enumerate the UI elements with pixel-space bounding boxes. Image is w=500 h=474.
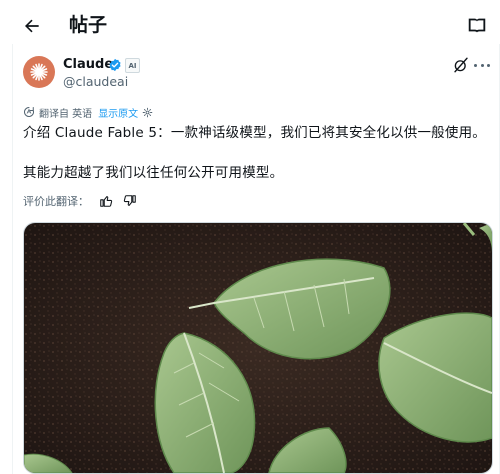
more-options-button[interactable]	[474, 58, 490, 72]
author-display-name[interactable]: Claude	[63, 57, 113, 73]
verified-badge-icon[interactable]	[108, 58, 122, 72]
claude-logo-icon	[30, 63, 48, 81]
translated-from-label: 翻译自 英语	[39, 108, 93, 120]
leaves-photo	[24, 223, 492, 473]
post-text: 介绍 Claude Fable 5：一款神话级模型，我们已将其安全化以供一般使用…	[23, 125, 486, 181]
affiliate-badge[interactable]: AI	[125, 58, 140, 73]
more-dot-icon	[487, 63, 490, 67]
avatar[interactable]	[23, 56, 55, 88]
author-handle[interactable]: @claudeai	[63, 74, 128, 90]
thumbs-down-icon[interactable]	[123, 194, 137, 208]
post-media-image[interactable]	[23, 222, 493, 474]
page-title: 帖子	[69, 14, 108, 36]
book-open-icon	[468, 18, 486, 33]
arrow-left-icon	[25, 19, 39, 33]
translation-notice: 翻译自 英语 显示原文	[23, 105, 153, 120]
more-dot-icon	[480, 63, 484, 67]
back-button[interactable]	[20, 14, 44, 38]
top-bar: 帖子	[0, 0, 500, 50]
rate-translation-row: 评价此翻译：	[23, 193, 137, 209]
show-original-link[interactable]: 显示原文	[98, 105, 138, 120]
thumbs-up-icon[interactable]	[99, 194, 113, 208]
reader-mode-button[interactable]	[466, 14, 488, 36]
grok-button[interactable]	[452, 56, 470, 74]
more-dot-icon	[474, 63, 477, 67]
rate-translation-label: 评价此翻译：	[23, 195, 89, 208]
translate-icon	[24, 107, 34, 117]
gear-icon[interactable]	[142, 107, 153, 118]
grok-icon	[454, 57, 468, 73]
